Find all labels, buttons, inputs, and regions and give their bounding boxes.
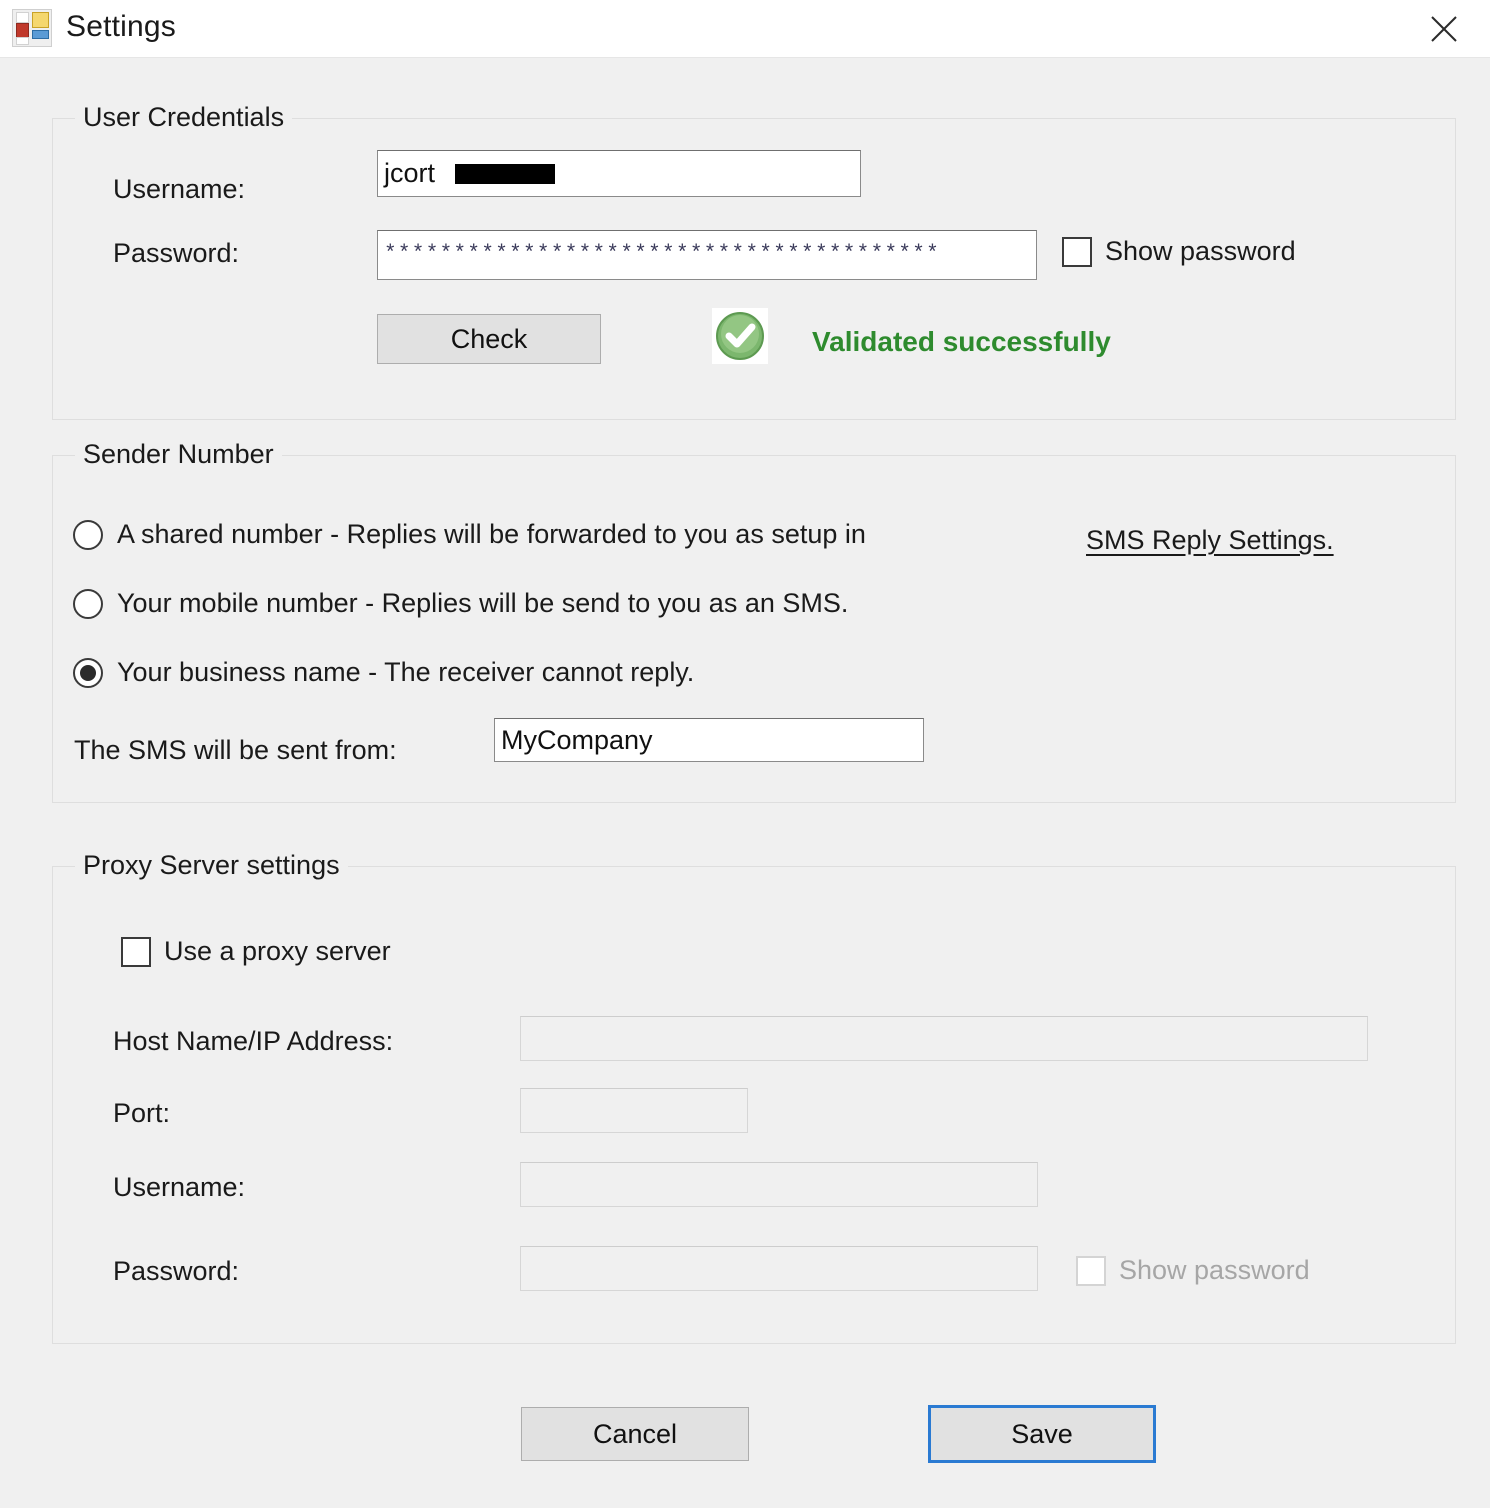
use-proxy-label: Use a proxy server [164,936,391,966]
app-settings-icon [12,9,52,47]
proxy-server-title: Proxy Server settings [75,850,348,881]
proxy-username-label: Username: [113,1172,246,1202]
radio-mobile-number-label: Your mobile number - Replies will be sen… [117,588,849,618]
radio-circle [73,519,103,550]
proxy-port-label: Port: [113,1098,171,1128]
checkbox-box [121,936,151,967]
proxy-host-label: Host Name/IP Address: [113,1026,394,1056]
title-bar: Settings [0,0,1490,58]
proxy-port-input[interactable] [520,1088,748,1133]
sms-reply-settings-link[interactable]: SMS Reply Settings. [1086,525,1334,556]
username-label: Username: [113,174,246,204]
radio-business-name[interactable]: Your business name - The receiver cannot… [73,657,694,688]
radio-mobile-number[interactable]: Your mobile number - Replies will be sen… [73,588,848,619]
sender-number-title: Sender Number [75,439,282,470]
proxy-show-password-checkbox[interactable]: Show password [1076,1255,1310,1286]
window-title: Settings [66,10,176,43]
radio-shared-number[interactable]: A shared number - Replies will be forwar… [73,519,866,550]
radio-circle [73,588,103,619]
proxy-username-input[interactable] [520,1162,1038,1207]
sent-from-label: The SMS will be sent from: [74,735,397,765]
user-credentials-title: User Credentials [75,102,293,133]
green-check-circle-icon [712,308,768,364]
close-icon[interactable] [1398,0,1490,57]
username-redaction-bar [455,164,555,184]
proxy-password-label: Password: [113,1256,240,1286]
check-button[interactable]: Check [377,314,601,364]
proxy-show-password-label: Show password [1119,1255,1310,1285]
proxy-host-input[interactable] [520,1016,1368,1061]
username-input[interactable]: jcort [377,150,861,197]
validation-status-text: Validated successfully [812,326,1111,357]
show-password-label: Show password [1105,236,1296,266]
radio-circle [73,657,103,688]
password-label: Password: [113,238,240,268]
use-proxy-checkbox[interactable]: Use a proxy server [121,936,391,967]
radio-shared-number-label: A shared number - Replies will be forwar… [117,519,866,549]
sender-name-input[interactable]: MyCompany [494,718,924,762]
checkbox-box [1062,236,1092,267]
checkbox-box [1076,1255,1106,1286]
save-button[interactable]: Save [928,1405,1156,1463]
proxy-password-input[interactable] [520,1246,1038,1291]
radio-business-name-label: Your business name - The receiver cannot… [117,657,695,687]
show-password-checkbox[interactable]: Show password [1062,236,1296,267]
password-input[interactable]: **************************************** [377,230,1037,280]
cancel-button[interactable]: Cancel [521,1407,749,1461]
